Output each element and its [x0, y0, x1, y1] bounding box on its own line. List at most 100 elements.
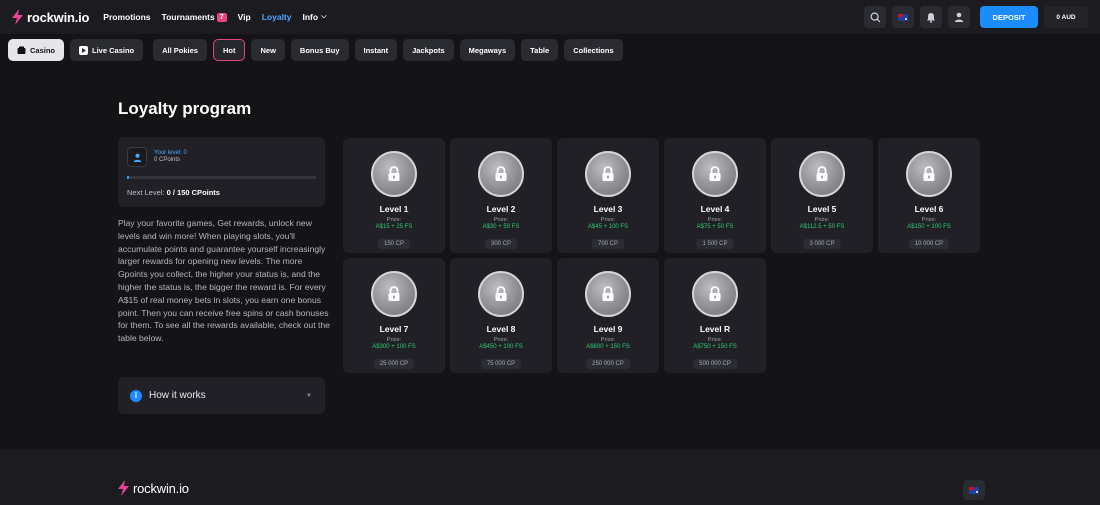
lock-badge: [692, 271, 738, 317]
category-hot[interactable]: Hot: [212, 39, 246, 61]
level-reward: A$30 + 50 FS: [482, 224, 520, 230]
prize-label: Prize:: [707, 337, 723, 343]
nav-promotions[interactable]: Promotions: [103, 12, 150, 22]
level-name: Level 6: [914, 204, 944, 214]
level-card: Level 6 Prize: A$150 + 100 FS 10 000 CP: [878, 138, 980, 253]
profile-button[interactable]: [948, 6, 970, 28]
casino-icon: [17, 46, 26, 54]
level-cp-required: 1 500 CP: [696, 239, 734, 249]
category-table[interactable]: Table: [521, 39, 559, 61]
footer-language-button[interactable]: [963, 480, 985, 500]
current-level-card: Your level: 0 0 CPoints Next Level: 0 / …: [118, 137, 325, 207]
category-bar: Casino Live Casino All Pokies Hot New Bo…: [8, 39, 623, 61]
user-icon: [133, 153, 141, 162]
search-button[interactable]: [864, 6, 886, 28]
footer: rockwin.io: [0, 449, 1100, 505]
chevron-down-icon: ⌵: [321, 13, 327, 20]
level-cp-required: 150 CP: [377, 239, 411, 249]
lock-badge: [799, 151, 845, 197]
level-card: Level 1 Prize: A$15 + 25 FS 150 CP: [343, 138, 445, 253]
nav-loyalty[interactable]: Loyalty: [262, 12, 292, 22]
level-name: Level 1: [379, 204, 409, 214]
level-card: Level 9 Prize: A$600 + 150 FS 250 000 CP: [557, 258, 659, 373]
loyalty-description: Play your favorite games, Get rewards, u…: [118, 218, 330, 344]
lock-icon: [709, 286, 721, 301]
lock-icon: [923, 166, 935, 181]
play-icon: [79, 45, 89, 55]
category-casino[interactable]: Casino: [8, 39, 65, 61]
balance-display[interactable]: 0 AUD: [1044, 6, 1088, 28]
lock-badge: [585, 151, 631, 197]
level-cp-required: 3 000 CP: [803, 239, 841, 249]
lock-icon: [602, 166, 614, 181]
bell-icon: [927, 12, 935, 23]
level-reward: A$750 + 150 FS: [693, 344, 737, 350]
avatar: [127, 147, 147, 167]
level-reward: A$45 + 100 FS: [587, 224, 629, 230]
nav-info[interactable]: Info ⌵: [303, 12, 327, 22]
lightning-icon: [12, 9, 23, 25]
level-card: Level R Prize: A$750 + 150 FS 500 000 CP: [664, 258, 766, 373]
prize-label: Prize:: [600, 337, 616, 343]
category-collections[interactable]: Collections: [564, 39, 623, 61]
level-reward: A$600 + 150 FS: [586, 344, 630, 350]
level-name: Level 8: [486, 324, 516, 334]
category-instant[interactable]: Instant: [354, 39, 398, 61]
level-card: Level 7 Prize: A$300 + 100 FS 25 000 CP: [343, 258, 445, 373]
prize-label: Prize:: [386, 337, 402, 343]
category-bonus-buy[interactable]: Bonus Buy: [290, 39, 349, 61]
nav-tournaments[interactable]: Tournaments 7: [162, 12, 227, 22]
lock-badge: [478, 271, 524, 317]
level-card: Level 8 Prize: A$450 + 100 FS 75 000 CP: [450, 258, 552, 373]
category-megaways[interactable]: Megaways: [459, 39, 516, 61]
info-icon: i: [130, 389, 142, 402]
lock-icon: [495, 166, 507, 181]
level-card: Level 3 Prize: A$45 + 100 FS 700 CP: [557, 138, 659, 253]
level-cp-required: 75 000 CP: [480, 359, 522, 369]
level-cp-required: 500 000 CP: [693, 359, 737, 369]
category-new[interactable]: New: [251, 39, 285, 61]
prize-label: Prize:: [600, 217, 616, 223]
nav-vip[interactable]: Vip: [238, 12, 251, 22]
lock-badge: [371, 151, 417, 197]
level-reward: A$450 + 100 FS: [479, 344, 523, 350]
level-name: Level 9: [593, 324, 623, 334]
lock-icon: [388, 286, 400, 301]
how-it-works-accordion[interactable]: i How it works ▼: [118, 377, 325, 414]
level-name: Level 7: [379, 324, 409, 334]
site-logo[interactable]: rockwin.io: [12, 9, 89, 25]
level-card: Level 2 Prize: A$30 + 50 FS 300 CP: [450, 138, 552, 253]
language-button[interactable]: [892, 6, 914, 28]
level-cp-required: 25 000 CP: [373, 359, 415, 369]
level-name: Level 3: [593, 204, 623, 214]
category-live-casino[interactable]: Live Casino: [70, 39, 144, 61]
page-title: Loyalty program: [118, 99, 252, 118]
header-actions: DEPOSIT 0 AUD: [864, 6, 1088, 28]
lock-icon: [709, 166, 721, 181]
notifications-button[interactable]: [920, 6, 942, 28]
lightning-icon: [118, 480, 129, 496]
category-all-pokies[interactable]: All Pokies: [153, 39, 207, 61]
category-jackpots[interactable]: Jackpots: [403, 39, 454, 61]
level-reward: A$300 + 100 FS: [372, 344, 416, 350]
level-progress-bar: [127, 176, 316, 179]
prize-label: Prize:: [707, 217, 723, 223]
level-card: Level 5 Prize: A$112.5 + 50 FS 3 000 CP: [771, 138, 873, 253]
main-nav: Promotions Tournaments 7 Vip Loyalty Info…: [103, 12, 326, 22]
flag-icon: [898, 13, 908, 21]
top-header: rockwin.io Promotions Tournaments 7 Vip L…: [0, 0, 1100, 34]
level-card: Level 4 Prize: A$75 + 50 FS 1 500 CP: [664, 138, 766, 253]
chevron-down-icon: ▼: [306, 392, 312, 399]
lock-badge: [906, 151, 952, 197]
cpoints-count: 0 CPoints: [154, 157, 181, 163]
footer-logo[interactable]: rockwin.io: [118, 480, 189, 496]
your-level: Your level: 0: [154, 150, 187, 156]
deposit-button[interactable]: DEPOSIT: [980, 6, 1038, 28]
level-cp-required: 300 CP: [484, 239, 518, 249]
how-it-works-label: How it works: [149, 390, 206, 401]
lock-badge: [478, 151, 524, 197]
logo-text: rockwin.io: [27, 9, 90, 25]
prize-label: Prize:: [493, 337, 509, 343]
prize-label: Prize:: [814, 217, 830, 223]
flag-icon: [969, 486, 979, 494]
